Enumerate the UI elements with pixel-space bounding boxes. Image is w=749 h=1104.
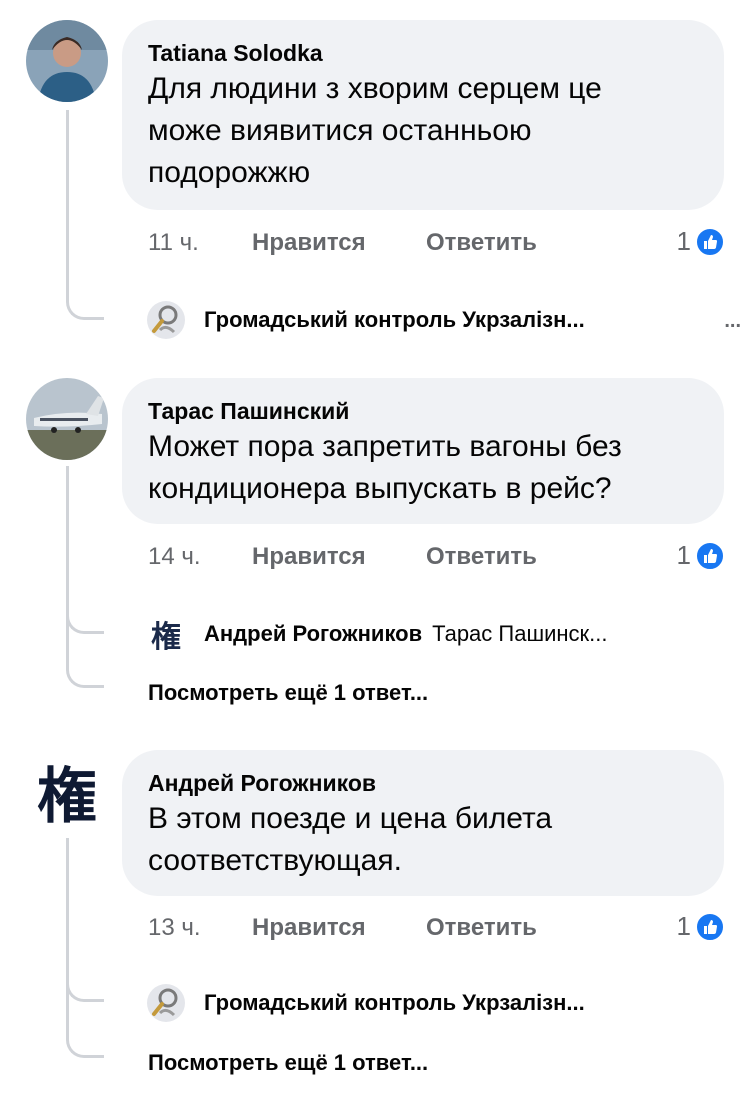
comment-time[interactable]: 13 ч.: [148, 914, 252, 942]
comment-author[interactable]: Tatiana Solodka: [148, 38, 698, 68]
thread-branch: [66, 1036, 104, 1058]
reply-preview[interactable]: Громадський контроль Укрзалізн...: [146, 300, 585, 340]
avatar: 権: [151, 620, 181, 655]
thread-branch: [66, 298, 104, 320]
thread-branch: [66, 612, 104, 634]
reply-preview[interactable]: 権 Андрей Рогожников Тарас Пашинск...: [146, 614, 608, 655]
comment-time[interactable]: 11 ч.: [148, 229, 252, 257]
comment-actions: 11 ч. Нравится Ответить: [148, 228, 537, 258]
thread-line: [66, 110, 69, 300]
reaction-summary[interactable]: 1: [677, 226, 725, 257]
reply-author[interactable]: Громадський контроль Укрзалізн...: [204, 307, 585, 333]
avatar[interactable]: 権: [26, 750, 108, 832]
comment-bubble: Tatiana Solodka Для людини з хворим серц…: [122, 20, 724, 210]
comment-actions: 13 ч. Нравится Ответить: [148, 913, 537, 943]
kanji-glyph: 権: [37, 761, 97, 832]
avatar[interactable]: [26, 378, 108, 460]
thread-line: [66, 838, 69, 1038]
like-button[interactable]: Нравится: [252, 543, 426, 571]
reply-button[interactable]: Ответить: [426, 914, 537, 942]
comment-actions: 14 ч. Нравится Ответить: [148, 542, 537, 572]
more-options-icon[interactable]: ...: [724, 310, 741, 333]
thread-branch: [66, 666, 104, 688]
thread-line: [66, 466, 69, 666]
comment-author[interactable]: Андрей Рогожников: [148, 768, 698, 798]
thumbs-up-icon: [695, 226, 725, 257]
reply-button[interactable]: Ответить: [426, 229, 537, 257]
thumbs-up-icon: [695, 911, 725, 942]
reply-author[interactable]: Громадський контроль Укрзалізн...: [204, 990, 585, 1016]
view-more-replies-link[interactable]: Посмотреть ещё 1 ответ...: [148, 680, 428, 706]
reaction-count: 1: [676, 540, 691, 570]
comment-author[interactable]: Тарас Пашинский: [148, 396, 698, 426]
comment-time[interactable]: 14 ч.: [148, 543, 252, 571]
reaction-count: 1: [676, 911, 691, 941]
thread-branch: [66, 980, 104, 1002]
thumbs-up-icon: [695, 540, 725, 571]
comment-bubble: Тарас Пашинский Может пора запретить ваг…: [122, 378, 724, 524]
like-button[interactable]: Нравится: [252, 229, 426, 257]
avatar[interactable]: [26, 20, 108, 102]
comment-bubble: Андрей Рогожников В этом поезде и цена б…: [122, 750, 724, 896]
like-button[interactable]: Нравится: [252, 914, 426, 942]
view-more-replies-link[interactable]: Посмотреть ещё 1 ответ...: [148, 1050, 428, 1076]
magnifier-avatar-icon: [146, 983, 186, 1023]
comment-text: Может пора запретить вагоны без кондицио…: [148, 430, 622, 505]
reaction-summary[interactable]: 1: [677, 911, 725, 942]
comment-text: Для людини з хворим серцем це може вияви…: [148, 72, 602, 189]
magnifier-avatar-icon: [146, 300, 186, 340]
reply-mention: Тарас Пашинск...: [432, 621, 608, 646]
reaction-summary[interactable]: 1: [677, 540, 725, 571]
reaction-count: 1: [676, 226, 691, 256]
reply-author[interactable]: Андрей Рогожников: [204, 621, 422, 647]
comment-text: В этом поезде и цена билета соответствую…: [148, 802, 553, 877]
reply-button[interactable]: Ответить: [426, 543, 537, 571]
reply-preview[interactable]: Громадський контроль Укрзалізн...: [146, 983, 585, 1023]
